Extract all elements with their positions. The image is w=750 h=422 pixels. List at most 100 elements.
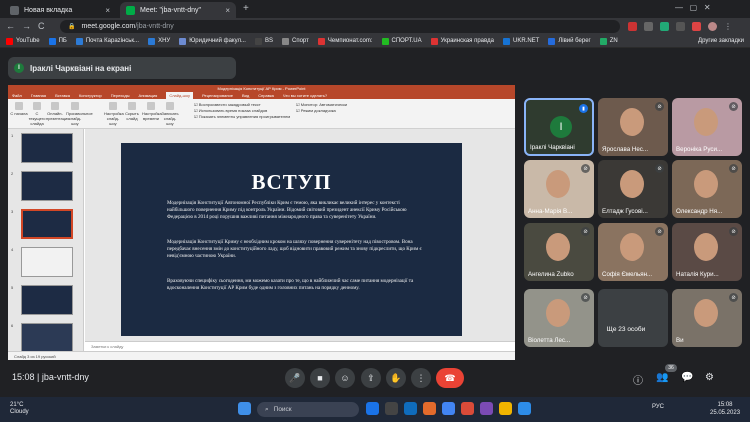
taskbar-app-icon[interactable]: [442, 402, 455, 415]
ribbon-tab[interactable]: Справка: [258, 92, 274, 99]
taskbar-app-icon[interactable]: [366, 402, 379, 415]
ribbon-button[interactable]: Настройка времени: [142, 102, 162, 121]
extension-icon[interactable]: [660, 22, 669, 31]
back-button[interactable]: ←: [6, 21, 15, 31]
bookmark-item[interactable]: Лівий берег: [548, 37, 591, 45]
bookmark-item[interactable]: Спорт: [281, 37, 309, 45]
ribbon-button[interactable]: Скрыть слайд: [123, 102, 141, 121]
ribbon-checkbox[interactable]: ☑ Режим докладчика: [296, 108, 336, 113]
more-options-button[interactable]: ⋮: [411, 368, 431, 388]
browser-tab-new[interactable]: Новая вкладка ×: [4, 2, 116, 18]
bookmark-item[interactable]: UKR.NET: [502, 37, 539, 45]
new-tab-button[interactable]: +: [243, 3, 249, 14]
window-controls[interactable]: — ▢ ✕: [675, 3, 711, 12]
slide-thumbnail[interactable]: [21, 323, 73, 353]
slide-thumbnail[interactable]: [21, 247, 73, 277]
ribbon-tab[interactable]: Вставка: [55, 92, 70, 99]
bookmark-item[interactable]: ПБ: [48, 37, 67, 45]
ribbon-tab[interactable]: Рецензирование: [202, 92, 233, 99]
weather-widget[interactable]: 21°C Cloudy: [10, 402, 29, 416]
taskbar-clock[interactable]: 15:08 25.05.2023: [710, 401, 740, 417]
ribbon-checkbox[interactable]: ☑ Использовать время показа слайдов: [194, 108, 267, 113]
ribbon-button[interactable]: Произвольное слайд-шоу: [66, 102, 93, 126]
close-tab-icon[interactable]: ×: [225, 6, 230, 15]
ribbon-button[interactable]: С текущего слайда: [28, 102, 46, 126]
extension-icon[interactable]: [628, 22, 637, 31]
activities-icon[interactable]: ⚙: [705, 372, 714, 383]
taskbar-app-icon[interactable]: [480, 402, 493, 415]
ribbon-tab[interactable]: Анимация: [139, 92, 158, 99]
browser-tab-meet[interactable]: Meet: "jba-vntt-dny" ×: [120, 2, 236, 18]
taskbar-app-icon[interactable]: [461, 402, 474, 415]
participant-tile[interactable]: ⊘ Наталія Кури...: [672, 223, 742, 281]
mic-button[interactable]: 🎤: [285, 368, 305, 388]
menu-icon[interactable]: ⋮: [724, 22, 732, 31]
bookmark-item[interactable]: ZN: [599, 37, 618, 45]
participant-tile[interactable]: ⊘ Ангелина Zubko: [524, 223, 594, 281]
participant-tile[interactable]: ⊘ Вероніка Руси...: [672, 98, 742, 156]
ribbon-tab[interactable]: Файл: [12, 92, 22, 99]
ribbon-tab[interactable]: Вид: [242, 92, 249, 99]
powerpoint-ribbon-tabs: Файл Главная Вставка Конструктор Переходы Ани…: [8, 92, 515, 99]
current-slide: ВСТУП Модернізація Конституції Автономно…: [121, 143, 462, 336]
ribbon-checkbox[interactable]: ☑ Монитор: Автоматически: [296, 102, 347, 107]
participant-tile[interactable]: ⊘ Ви: [672, 289, 742, 347]
bookmark-item[interactable]: BS: [254, 37, 273, 45]
camera-button[interactable]: ■: [310, 368, 330, 388]
ribbon-tab[interactable]: Переходы: [111, 92, 130, 99]
address-bar[interactable]: 🔒 meet.google.com/jba-vntt-dny: [60, 20, 620, 33]
slide-thumbnail[interactable]: [21, 133, 73, 163]
ribbon-tab[interactable]: Что вы хотите сделать?: [283, 92, 327, 99]
taskbar-search[interactable]: ⌕ Поиск: [257, 402, 359, 417]
start-icon[interactable]: [238, 402, 251, 415]
participant-tile[interactable]: ⊘ Елтадж Гусові...: [598, 160, 668, 218]
ribbon-tab[interactable]: Конструктор: [79, 92, 102, 99]
ribbon-tab[interactable]: Слайд-шоу: [166, 92, 194, 99]
bookmark-item[interactable]: ХНУ: [148, 37, 170, 45]
participant-tile[interactable]: ⊘ Олександр Ня...: [672, 160, 742, 218]
extension-icon[interactable]: [676, 22, 685, 31]
extension-icon[interactable]: [644, 22, 653, 31]
present-button[interactable]: ⇪: [361, 368, 381, 388]
reload-button[interactable]: C: [38, 21, 45, 31]
ribbon-button[interactable]: Онлайн-презентация: [46, 102, 69, 121]
slide-thumbnail[interactable]: [21, 285, 73, 315]
participant-tile[interactable]: ⊘ Віолетта Лес...: [524, 289, 594, 347]
bookmark-item[interactable]: Украинская правда: [430, 37, 494, 45]
participant-tile[interactable]: ⊘ Софія Ємельян...: [598, 223, 668, 281]
bookmark-item[interactable]: СПОРТ.UA: [381, 37, 422, 45]
ribbon-tab[interactable]: Главная: [31, 92, 46, 99]
taskbar-app-icon[interactable]: [404, 402, 417, 415]
system-tray[interactable]: РУС: [652, 404, 664, 410]
people-icon[interactable]: 👥: [656, 372, 668, 383]
ribbon-checkbox[interactable]: ☑ Воспроизвести закадровый текст: [194, 102, 261, 107]
extension-icon[interactable]: [692, 22, 701, 31]
chat-icon[interactable]: 💬: [681, 372, 693, 383]
participant-tile[interactable]: ⊘ Анна-Марія В...: [524, 160, 594, 218]
close-tab-icon[interactable]: ×: [105, 6, 110, 15]
forward-button[interactable]: →: [22, 21, 31, 31]
taskbar-app-icon[interactable]: [518, 402, 531, 415]
ribbon-button[interactable]: С начала: [10, 102, 28, 116]
ribbon-checkbox[interactable]: ☑ Показать элементы управления проигрыва…: [194, 114, 290, 119]
profile-avatar[interactable]: [708, 22, 717, 31]
slide-thumbnail[interactable]: [21, 171, 73, 201]
bookmark-item[interactable]: Юридичний факул...: [179, 37, 246, 45]
participant-tile[interactable]: I ▮ Іраклі Чарквіані: [524, 98, 594, 156]
participant-tile[interactable]: ⊘ Ярослава Нес...: [598, 98, 668, 156]
raise-hand-button[interactable]: ✋: [386, 368, 406, 388]
reactions-button[interactable]: ☺: [335, 368, 355, 388]
bookmark-item[interactable]: Почта Карazінськ...: [75, 37, 139, 45]
ribbon-button[interactable]: Записать слайд-шоу: [161, 102, 179, 126]
taskbar-app-icon[interactable]: [499, 402, 512, 415]
other-bookmarks[interactable]: Другие закладки: [698, 38, 744, 44]
info-icon[interactable]: ⓘ: [633, 372, 643, 387]
bookmark-item[interactable]: Чемпионат.com:: [317, 37, 373, 45]
taskbar-app-icon[interactable]: [385, 402, 398, 415]
bookmark-item[interactable]: YouTube: [6, 37, 40, 45]
slide-thumbnail[interactable]: [21, 209, 73, 239]
ribbon-button[interactable]: Настройка слайд-шоу: [104, 102, 124, 126]
taskbar-app-icon[interactable]: [423, 402, 436, 415]
end-call-button[interactable]: ☎: [436, 368, 464, 388]
participant-tile[interactable]: Ще 23 особи: [598, 289, 668, 347]
